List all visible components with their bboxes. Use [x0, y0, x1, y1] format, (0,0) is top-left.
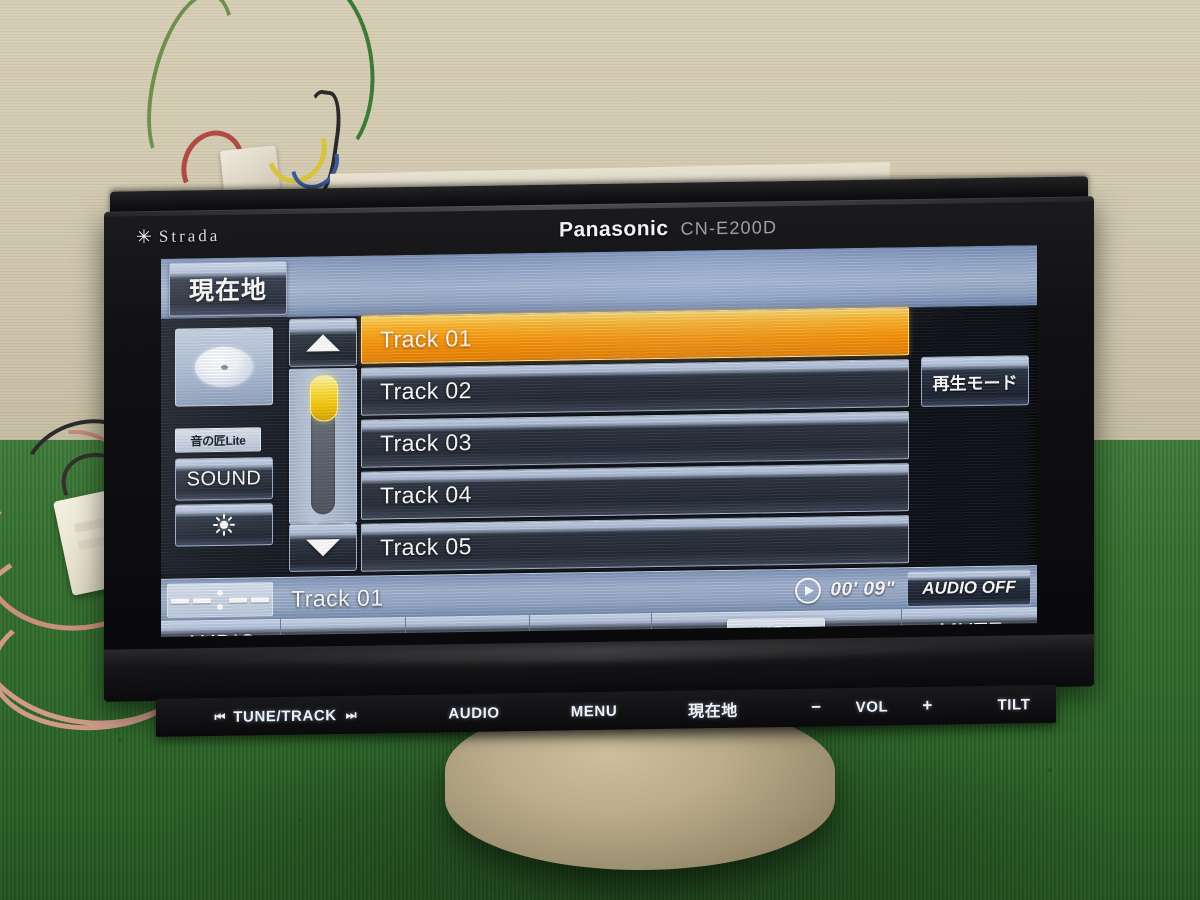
photo-scene: ✳ Strada Panasonic CN-E200D 現在地 音の匠Lite …: [0, 0, 1200, 900]
strada-wordmark: Strada: [158, 225, 221, 246]
hw-audio-button[interactable]: AUDIO: [414, 704, 534, 723]
star-icon: ✳: [136, 226, 155, 248]
play-mode-button[interactable]: 再生モード: [921, 355, 1029, 407]
tune-next-icon: ⏭: [345, 707, 356, 722]
source-disc-button[interactable]: [175, 327, 273, 407]
hw-volume-group: − VOL +: [772, 695, 972, 718]
scrollbar[interactable]: [289, 317, 357, 572]
track-list-item[interactable]: Track 03: [361, 411, 909, 468]
model-number: CN-E200D: [680, 217, 778, 239]
elapsed-time: 00' 09": [830, 578, 895, 601]
scroll-track[interactable]: [289, 367, 357, 524]
scroll-up-button[interactable]: [289, 317, 357, 367]
hw-current-location-button[interactable]: 現在地: [654, 696, 772, 722]
scroll-thumb[interactable]: [310, 375, 338, 422]
hw-tilt-button[interactable]: TILT: [972, 695, 1056, 714]
track-list-item[interactable]: Track 01: [361, 307, 909, 364]
chevron-down-icon: [306, 538, 340, 557]
manufacturer-block: Panasonic CN-E200D: [559, 215, 777, 242]
lcd-screen: 現在地 音の匠Lite SOUND Track 01 Track 02 Trac…: [161, 245, 1037, 637]
track-list-item[interactable]: Track 04: [361, 463, 909, 520]
play-icon: [795, 577, 822, 604]
now-playing-title: Track 01: [291, 583, 384, 612]
audio-button[interactable]: AUDIO: [161, 618, 282, 637]
chevron-up-icon: [306, 333, 340, 352]
left-sidebar: 音の匠Lite SOUND: [161, 316, 287, 574]
track-list-item[interactable]: Track 02: [361, 359, 909, 416]
brightness-button[interactable]: [175, 503, 273, 547]
track-list: Track 01 Track 02 Track 03 Track 04 Trac…: [361, 307, 909, 574]
hw-volume-down-button[interactable]: −: [811, 698, 822, 718]
scroll-down-button[interactable]: [289, 522, 357, 572]
current-location-button[interactable]: 現在地: [169, 260, 287, 317]
tune-prev-icon: ⏮: [214, 709, 225, 724]
tune-track-button[interactable]: ⏮ TUNE/TRACK ⏭: [156, 705, 414, 726]
disc-icon: [195, 346, 253, 388]
audio-off-button[interactable]: AUDIO OFF: [907, 569, 1031, 608]
elapsed-time-group: 00' 09": [795, 576, 895, 604]
track-list-item[interactable]: Track 05: [361, 515, 909, 572]
car-stereo-head-unit: ✳ Strada Panasonic CN-E200D 現在地 音の匠Lite …: [104, 176, 1094, 737]
hw-menu-button[interactable]: MENU: [534, 702, 654, 721]
panasonic-wordmark: Panasonic: [559, 216, 669, 242]
sound-button[interactable]: SOUND: [175, 457, 273, 501]
brightness-icon: [213, 513, 235, 536]
track-position-icon: [167, 582, 273, 618]
hw-volume-up-button[interactable]: +: [922, 696, 933, 716]
sound-tuning-badge: 音の匠Lite: [175, 427, 261, 453]
hw-volume-label: VOL: [855, 697, 889, 716]
strada-logo: ✳ Strada: [136, 225, 221, 248]
tune-track-label: TUNE/TRACK: [233, 706, 337, 726]
